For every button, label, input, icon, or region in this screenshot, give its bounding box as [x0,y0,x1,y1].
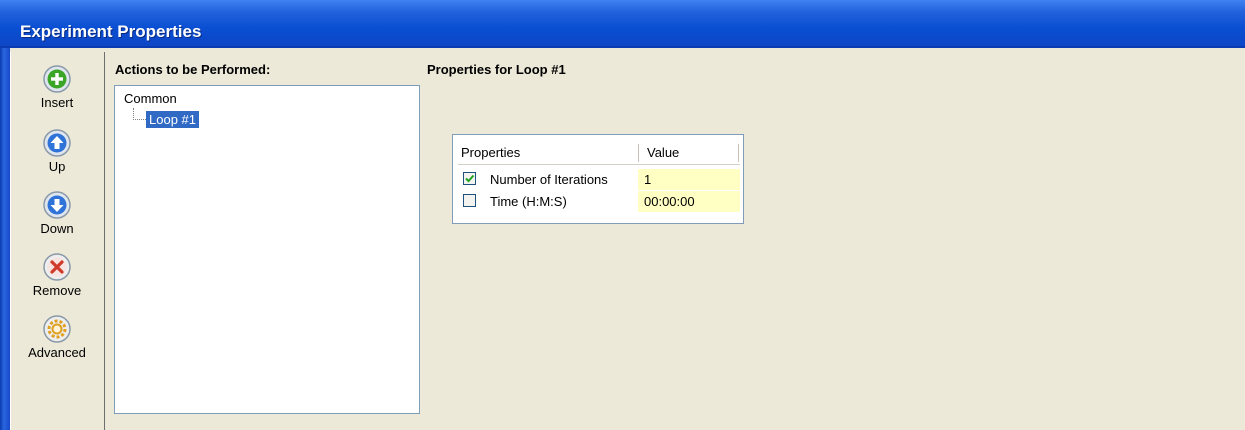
arrow-down-circle-icon [43,191,71,219]
tree-node-common[interactable]: Common [124,91,177,106]
property-row-time: Time (H:M:S) 00:00:00 [458,191,740,212]
property-name-cell: Number of Iterations [458,169,636,190]
up-button[interactable]: Up [10,128,104,174]
up-label: Up [48,159,66,174]
tree-node-loop-1[interactable]: Loop #1 [146,111,199,128]
column-header-value[interactable]: Value [644,142,740,164]
plus-circle-icon [43,65,71,93]
property-name: Time (H:M:S) [490,194,567,209]
remove-label: Remove [32,283,82,298]
experiment-properties-window: Experiment Properties Insert Up Down Rem… [0,0,1245,430]
grid-header: Properties Value [458,142,740,165]
down-button[interactable]: Down [10,190,104,236]
advanced-label: Advanced [28,345,86,360]
column-divider[interactable] [638,144,639,162]
advanced-button[interactable]: Advanced [10,314,104,360]
title-bar[interactable]: Experiment Properties [0,0,1245,48]
column-header-properties[interactable]: Properties [458,142,636,164]
time-checkbox[interactable] [463,194,476,207]
insert-button[interactable]: Insert [10,64,104,110]
remove-button[interactable]: Remove [10,252,104,298]
action-toolbar: Insert Up Down Remove Advanced [10,52,105,430]
iterations-checkbox[interactable] [463,172,476,185]
window-frame-left [0,48,10,430]
property-name: Number of Iterations [490,172,608,187]
checkmark-icon [465,174,475,183]
tree-connector [133,119,146,120]
properties-heading: Properties for Loop #1 [427,62,566,77]
column-divider[interactable] [738,144,739,162]
down-label: Down [40,221,74,236]
property-value-input[interactable]: 1 [638,169,740,190]
property-value-input[interactable]: 00:00:00 [638,191,740,212]
arrow-up-circle-icon [43,129,71,157]
actions-heading: Actions to be Performed: [115,62,271,77]
properties-grid: Properties Value Number of Iterations 1 … [452,134,744,224]
x-circle-icon [43,253,71,281]
property-row-iterations: Number of Iterations 1 [458,169,740,190]
actions-tree[interactable]: Common Loop #1 [114,85,420,414]
gear-circle-icon [43,315,71,343]
window-title: Experiment Properties [20,22,202,41]
insert-label: Insert [40,95,74,110]
property-name-cell: Time (H:M:S) [458,191,636,212]
